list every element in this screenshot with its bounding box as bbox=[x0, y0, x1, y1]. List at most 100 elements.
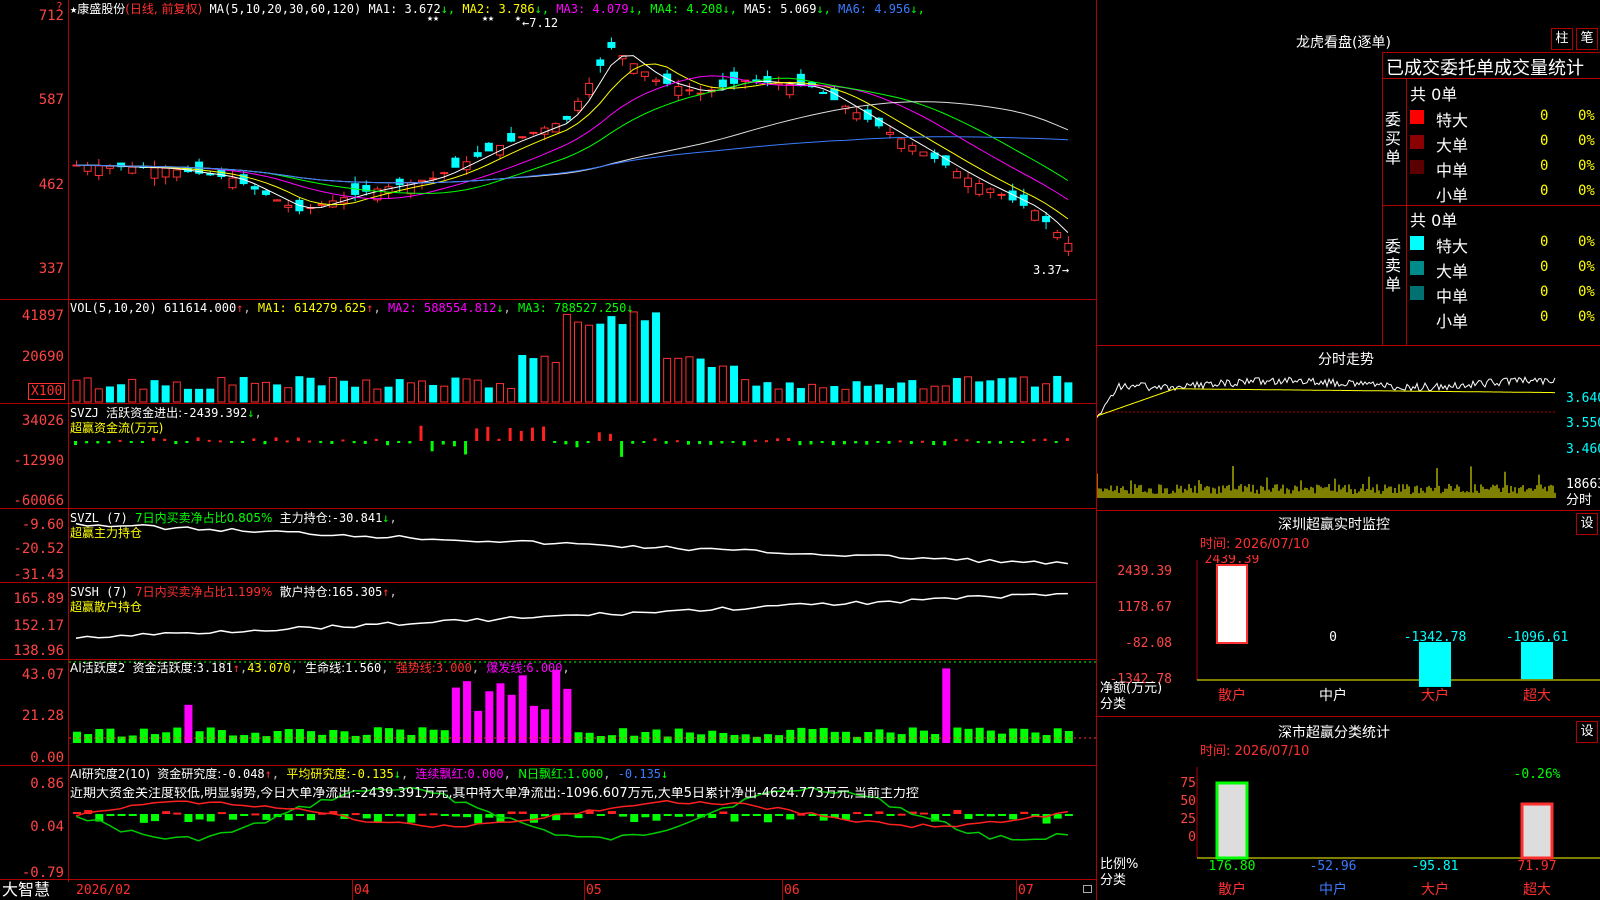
sz-monitor-category: 超大 bbox=[1523, 688, 1551, 704]
activity-bar bbox=[418, 727, 427, 743]
fund-flow-bar bbox=[1021, 441, 1025, 443]
low-marker: 3.37→ bbox=[1033, 263, 1070, 277]
fund-flow-bar bbox=[374, 438, 378, 441]
corner-question-icon[interactable]: ? bbox=[56, 0, 63, 13]
sz-class-settings-button[interactable]: 设 bbox=[1576, 721, 1598, 743]
volume-bar bbox=[997, 378, 1006, 403]
volume-bar bbox=[629, 311, 638, 403]
candlestick-chart[interactable] bbox=[69, 0, 1096, 299]
candle bbox=[250, 186, 259, 190]
candle bbox=[228, 177, 237, 189]
activity-bar bbox=[1064, 730, 1073, 743]
volume-bar bbox=[384, 386, 393, 403]
volume-bar bbox=[663, 357, 672, 403]
research-bar bbox=[630, 814, 639, 823]
volume-bar bbox=[1008, 377, 1017, 403]
svzl-header: SVZL (7) 7日内买卖净占比0.805% 主力持仓:-30.841↓, bbox=[70, 511, 397, 525]
sz-monitor-value: -1096.61 bbox=[1506, 630, 1569, 645]
research-bar bbox=[786, 814, 795, 820]
fund-flow-bar bbox=[1054, 441, 1058, 443]
research-bar bbox=[128, 814, 137, 816]
fund-flow-bar bbox=[1032, 439, 1036, 442]
volume-bar bbox=[685, 356, 694, 403]
candle bbox=[1053, 232, 1062, 239]
candle bbox=[83, 164, 92, 172]
fund-flow-bar bbox=[709, 441, 713, 445]
research-bar bbox=[117, 814, 126, 816]
sz-monitor-category: 大户 bbox=[1421, 687, 1449, 704]
candle bbox=[261, 190, 270, 195]
order-size-swatch bbox=[1410, 286, 1424, 300]
price-tick: 712 bbox=[38, 8, 64, 24]
research-bar bbox=[975, 814, 984, 816]
volume-bar bbox=[83, 377, 92, 403]
volume-bar bbox=[796, 387, 805, 403]
volume-bar bbox=[362, 379, 371, 403]
ai-activity-chart[interactable] bbox=[69, 660, 1096, 765]
research-bar bbox=[619, 814, 628, 817]
brand-logo: 大智慧 bbox=[2, 880, 51, 899]
research-bar bbox=[451, 814, 460, 817]
volume-bar bbox=[328, 377, 337, 403]
volume-bar bbox=[607, 316, 616, 403]
sz-monitor-chart[interactable]: 2439.39 1178.67 -82.08 -1342.78 2439.39 散户 0 中户… bbox=[1097, 555, 1600, 705]
sz-monitor-tick: -82.08 bbox=[1125, 636, 1172, 651]
ma5-line bbox=[75, 55, 1069, 233]
order-pct: 0% bbox=[1578, 259, 1595, 275]
vol-ma3: MA3: 788527.250 bbox=[518, 301, 627, 315]
activity-bar bbox=[808, 729, 817, 743]
lock-icon[interactable] bbox=[1083, 885, 1092, 893]
sz-class-value: -95.81 bbox=[1412, 859, 1459, 874]
candle bbox=[574, 100, 582, 111]
volume-bar bbox=[395, 379, 404, 403]
volume-bar bbox=[183, 388, 192, 403]
sz-class-tick: 75 bbox=[1180, 776, 1196, 791]
volume-bar bbox=[1064, 382, 1073, 403]
activity-bar bbox=[463, 681, 472, 743]
candle bbox=[395, 178, 404, 186]
chart-mode[interactable]: (日线, 前复权) bbox=[125, 2, 202, 16]
volume-bar bbox=[718, 365, 727, 403]
vol-unit-badge[interactable]: X100 bbox=[28, 383, 66, 400]
volume-chart[interactable] bbox=[69, 300, 1096, 403]
sz-class-bar bbox=[1520, 802, 1554, 860]
volume-bar bbox=[473, 379, 482, 403]
sz-monitor-bar bbox=[1521, 642, 1553, 680]
intraday-chart[interactable] bbox=[1097, 366, 1600, 510]
price-axis: 712 587 462 337 bbox=[0, 0, 66, 299]
volume-bar bbox=[696, 358, 705, 403]
fund-flow-bar bbox=[809, 441, 813, 445]
fund-flow-bar bbox=[486, 426, 490, 441]
activity-bar bbox=[529, 705, 538, 743]
research-bar bbox=[775, 814, 784, 816]
research-bar bbox=[307, 814, 316, 821]
research-bar bbox=[607, 811, 616, 814]
candle bbox=[150, 167, 159, 179]
research-bar bbox=[151, 814, 160, 822]
fund-flow-bar bbox=[698, 441, 702, 445]
research-bar bbox=[240, 814, 249, 816]
fund-flow-bar bbox=[608, 433, 612, 441]
sz-monitor-settings-button[interactable]: 设 bbox=[1576, 513, 1598, 535]
candle bbox=[964, 177, 973, 188]
candle bbox=[685, 89, 694, 92]
volume-bar bbox=[417, 380, 426, 403]
research-bar bbox=[362, 814, 371, 819]
sz-monitor-tick: 2439.39 bbox=[1117, 564, 1172, 579]
activity-bar bbox=[440, 730, 449, 743]
ai-research-chart[interactable] bbox=[69, 766, 1096, 879]
fund-flow-bar bbox=[586, 441, 590, 443]
activity-bar bbox=[1020, 728, 1029, 743]
ma-arrow: ↓, bbox=[534, 2, 550, 16]
volume-bar bbox=[306, 377, 315, 403]
stock-name[interactable]: 康盛股份 bbox=[77, 2, 125, 16]
candle bbox=[908, 144, 917, 152]
activity-bar bbox=[340, 731, 349, 743]
column-view-button[interactable]: 柱 bbox=[1551, 28, 1573, 50]
sz-class-chart[interactable]: 75 50 25 0 176.80 散户 -52.96 中户 -95.81 大户 71.97 超大 -0… bbox=[1097, 762, 1600, 900]
tick-view-button[interactable]: 笔 bbox=[1576, 28, 1598, 50]
activity-bar bbox=[1009, 728, 1018, 743]
svzl-tick: -20.52 bbox=[13, 541, 64, 557]
research-bar bbox=[953, 809, 962, 814]
price-tick: 587 bbox=[38, 92, 64, 108]
